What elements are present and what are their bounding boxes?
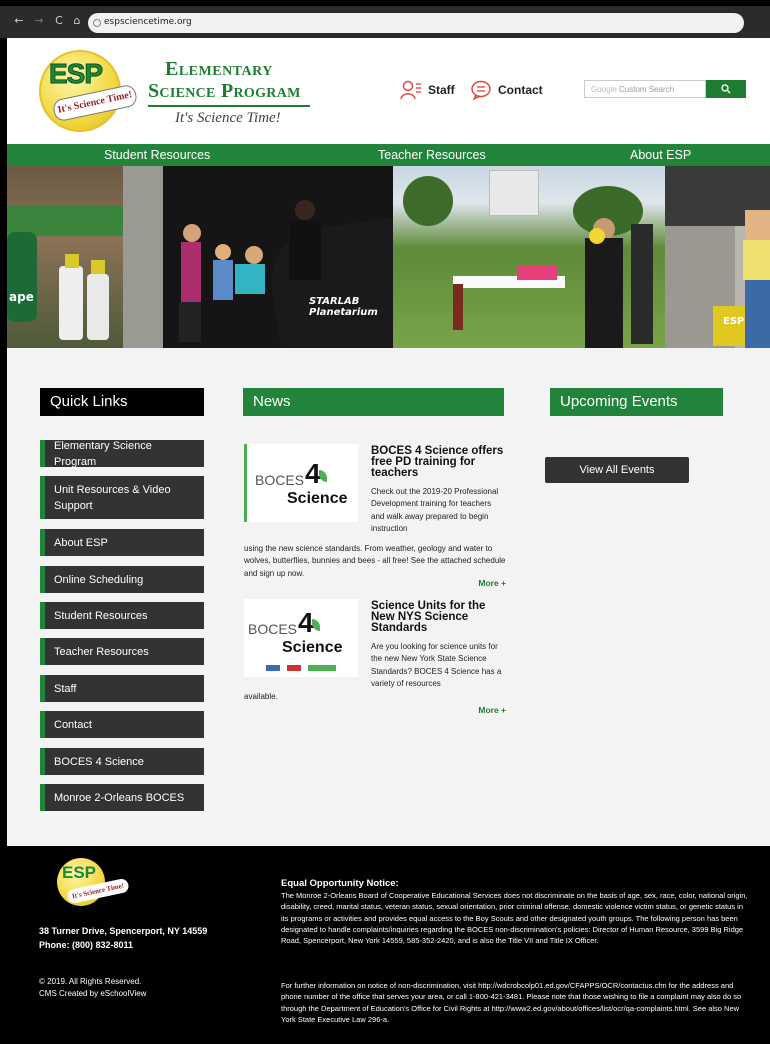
logo-boces-text: BOCES: [255, 472, 305, 488]
news-excerpt-continued: available.: [244, 692, 278, 701]
staff-icon: [400, 80, 421, 100]
news-item: BOCES 4 Science Science Units for the Ne…: [244, 599, 506, 719]
browser-chrome: ← → C ⌂ espsciencetime.org: [0, 0, 770, 38]
footer-copyright: © 2019. All Rights Reserved. CMS Created…: [39, 976, 146, 1000]
quick-link-item[interactable]: Online Scheduling: [40, 566, 204, 593]
quick-link-item[interactable]: Teacher Resources: [40, 638, 204, 665]
search-button[interactable]: [706, 80, 746, 98]
news-more-link[interactable]: More +: [478, 705, 506, 715]
boces-4-science-logo[interactable]: BOCES 4 Science: [244, 599, 358, 677]
news-title[interactable]: BOCES 4 Science offers free PD training …: [371, 445, 506, 479]
quick-link-item[interactable]: Staff: [40, 675, 204, 702]
news-excerpt: Check out the 2019-20 Professional Devel…: [371, 487, 499, 534]
nav-teacher-resources[interactable]: Teacher Resources: [378, 144, 486, 166]
brand-line-2[interactable]: Science Program: [148, 80, 301, 103]
partner-logos: [266, 665, 336, 671]
site-header: ESP It's Science Time! Elementary Scienc…: [7, 38, 770, 144]
contact-label: Contact: [498, 83, 543, 97]
quick-links-heading: Quick Links: [40, 388, 204, 416]
footer-cms-credit[interactable]: CMS Created by eSchoolView: [39, 988, 146, 1000]
quick-link-item[interactable]: About ESP: [40, 529, 204, 556]
quick-link-item[interactable]: Contact: [40, 711, 204, 738]
site-footer: ESP It's Science Time! 38 Turner Drive, …: [7, 846, 770, 1044]
hero-photo-ape-text: ape: [9, 290, 34, 304]
news-more-link[interactable]: More +: [478, 578, 506, 588]
logo-science-text: Science: [282, 639, 343, 656]
chat-bubble-icon: [471, 80, 491, 100]
quick-link-item[interactable]: Monroe 2-Orleans BOCES: [40, 784, 204, 811]
main-nav: Student Resources Teacher Resources Abou…: [7, 144, 770, 166]
equal-opportunity-further-info: For further information on notice of non…: [281, 981, 742, 1024]
nav-student-resources[interactable]: Student Resources: [104, 144, 210, 166]
quick-link-item[interactable]: BOCES 4 Science: [40, 748, 204, 775]
equal-opportunity-text: The Monroe 2-Orleans Board of Cooperativ…: [281, 891, 748, 946]
home-icon[interactable]: ⌂: [70, 14, 84, 27]
quick-link-item[interactable]: Elementary Science Program: [40, 440, 204, 468]
url-text: espsciencetime.org: [104, 17, 192, 27]
staff-label: Staff: [428, 83, 455, 97]
hero-photo-classroom: ape: [7, 166, 123, 348]
search-placeholder: Custom Search: [619, 85, 675, 94]
events-heading[interactable]: Upcoming Events: [550, 388, 723, 416]
back-icon[interactable]: ←: [12, 14, 26, 27]
brand-tagline: It's Science Time!: [175, 110, 281, 126]
search-icon: [721, 84, 731, 94]
news-item: BOCES 4 Science BOCES 4 Science offers f…: [244, 444, 506, 594]
hero-photo-esp-bin: ESP: [665, 166, 770, 348]
hero-photo-planetarium-text: STARLAB Planetarium: [309, 296, 378, 318]
footer-address-line: 38 Turner Drive, Spencerport, NY 14559: [39, 926, 208, 936]
footer-address: 38 Turner Drive, Spencerport, NY 14559 P…: [39, 924, 207, 952]
address-bar[interactable]: espsciencetime.org: [88, 13, 744, 33]
footer-copyright-line: © 2019. All Rights Reserved.: [39, 977, 142, 986]
boces-4-science-logo[interactable]: BOCES 4 Science: [244, 444, 358, 522]
hero-photo-outdoor: [393, 166, 665, 348]
hero-photo-esp-bin-text: ESP: [723, 316, 745, 327]
esp-logo[interactable]: ESP It's Science Time!: [39, 50, 141, 134]
brand-divider: [148, 105, 310, 107]
forward-icon[interactable]: →: [32, 14, 46, 27]
quick-link-item[interactable]: Student Resources: [40, 602, 204, 629]
quick-link-item[interactable]: Unit Resources & Video Support: [40, 476, 204, 519]
contact-link[interactable]: Contact: [470, 80, 543, 100]
search-brand: Google: [591, 85, 617, 94]
equal-opportunity-title: Equal Opportunity Notice:: [281, 878, 399, 889]
news-excerpt-continued: using the new science standards. From we…: [244, 544, 506, 578]
news-heading[interactable]: News: [243, 388, 504, 416]
footer-phone[interactable]: Phone: (800) 832-8011: [39, 938, 207, 952]
logo-esp-text: ESP: [48, 58, 103, 90]
view-all-events-button[interactable]: View All Events: [545, 457, 689, 483]
hero-collage: ape STARLAB Planetarium ESP: [7, 166, 770, 348]
site-info-icon[interactable]: [93, 19, 101, 27]
reload-icon[interactable]: C: [52, 14, 66, 27]
news-title[interactable]: Science Units for the New NYS Science St…: [371, 600, 506, 634]
hero-photo-planetarium: STARLAB Planetarium: [123, 166, 393, 348]
web-page: ESP It's Science Time! Elementary Scienc…: [7, 38, 770, 1044]
footer-logo-esp-text: ESP: [62, 863, 97, 882]
search-input[interactable]: Google Custom Search: [584, 80, 706, 98]
staff-link[interactable]: Staff: [400, 80, 455, 100]
nav-about-esp[interactable]: About ESP: [630, 144, 691, 166]
logo-boces-text: BOCES: [248, 621, 298, 637]
logo-science-text: Science: [287, 490, 348, 507]
news-excerpt: Are you looking for science units for th…: [371, 642, 502, 689]
footer-esp-logo[interactable]: ESP It's Science Time!: [57, 858, 130, 910]
brand-line-1[interactable]: Elementary: [165, 58, 273, 81]
